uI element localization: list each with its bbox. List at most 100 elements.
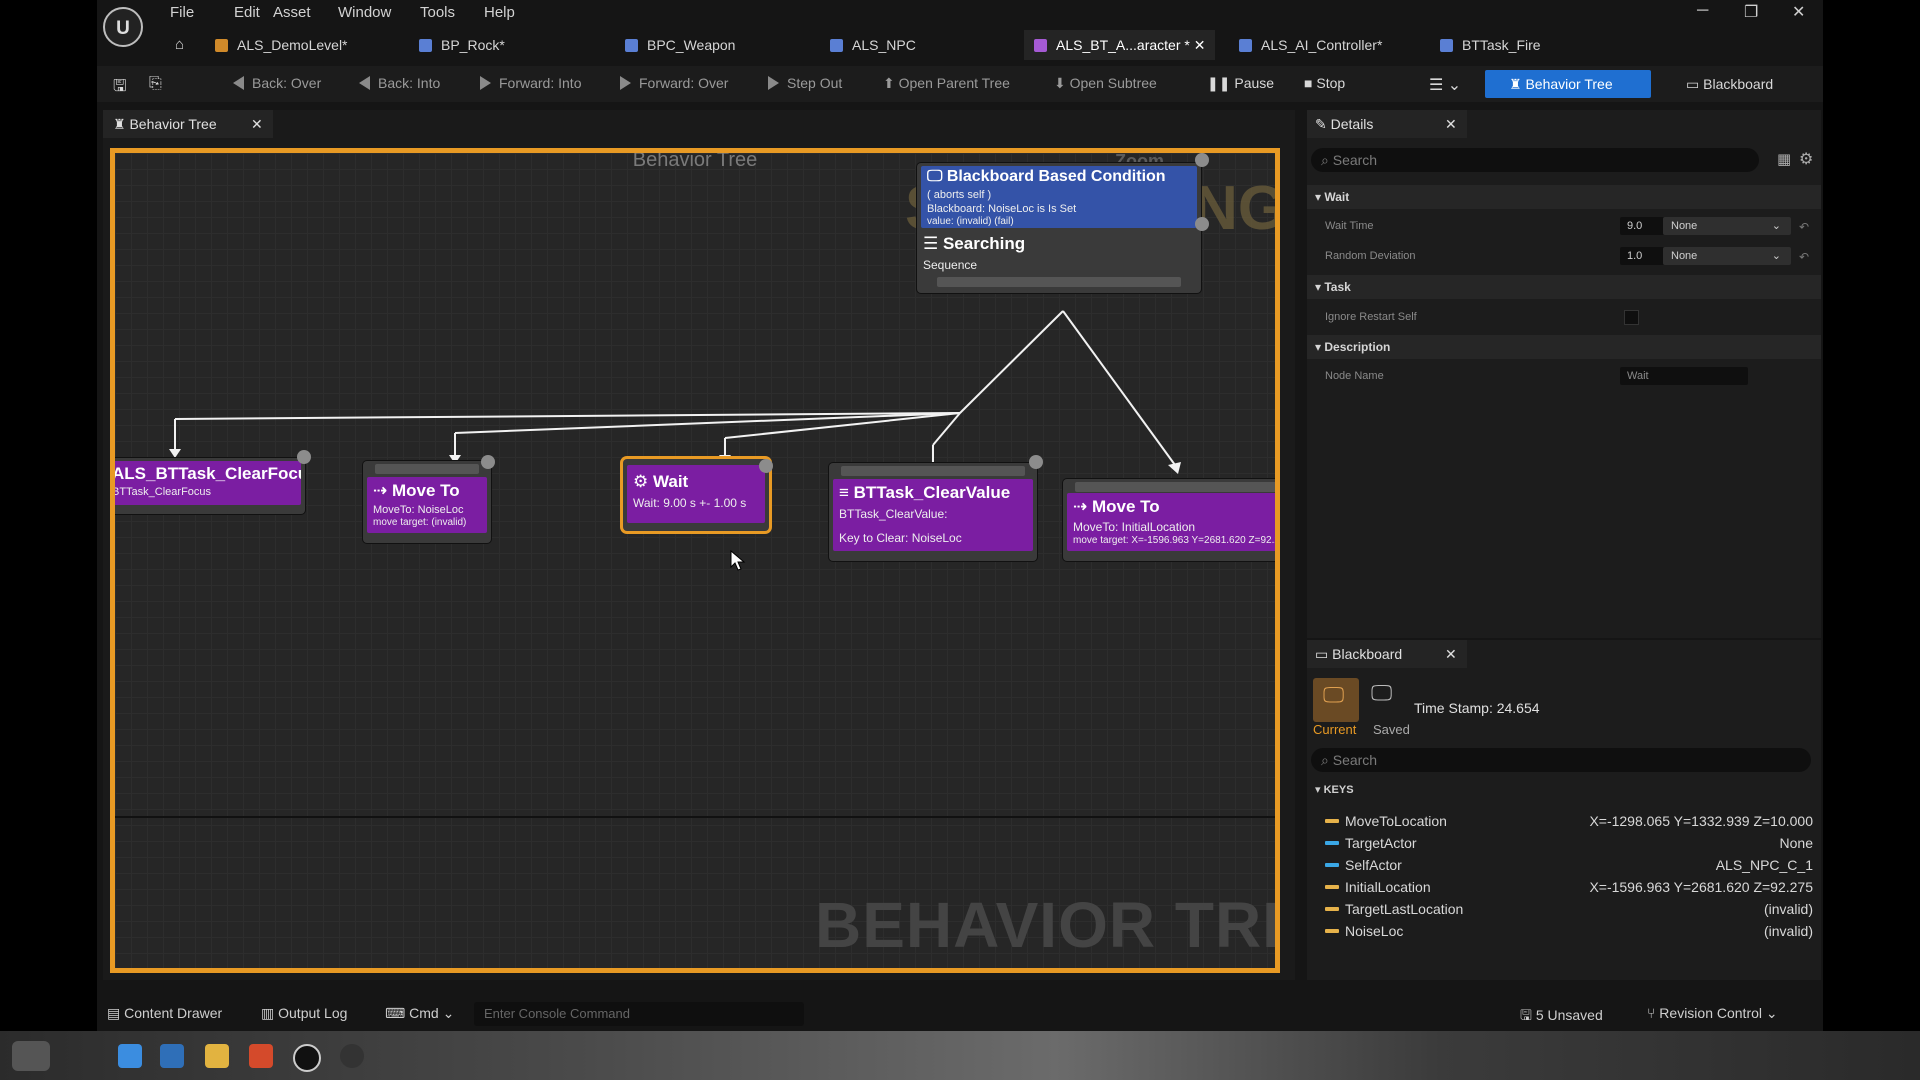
blackboard-key-row[interactable]: InitialLocation X=-1596.963 Y=2681.620 Z=… xyxy=(1307,876,1821,898)
minimize-icon[interactable]: ─ xyxy=(1697,2,1708,20)
save-icon[interactable]: 🖫 xyxy=(113,75,127,102)
output-pin[interactable] xyxy=(937,277,1181,287)
node-index-badge xyxy=(297,450,311,464)
tab-bpc-weapon[interactable]: BPC_Weapon xyxy=(625,30,735,60)
menu-file[interactable]: File xyxy=(170,4,194,21)
menu-edit[interactable]: Edit xyxy=(234,4,260,21)
settings-gear-icon[interactable]: ⚙ xyxy=(1799,149,1813,169)
search-taskbar-icon[interactable] xyxy=(160,1044,184,1068)
moveto-initiallocation-node[interactable]: ⇢ Move To MoveTo: InitialLocation move t… xyxy=(1063,479,1275,561)
brave-browser-icon[interactable] xyxy=(249,1044,273,1068)
home-icon[interactable]: ⌂ xyxy=(175,30,184,60)
blackboard-condition-decorator[interactable]: 🖵 Blackboard Based Condition ( aborts se… xyxy=(921,166,1197,228)
reset-to-default-icon[interactable]: ↶ xyxy=(1799,250,1809,264)
close-tab-icon[interactable]: ✕ xyxy=(1194,37,1206,53)
blackboard-search-input[interactable]: ⌕ Search xyxy=(1311,748,1811,772)
hamburger-menu-icon[interactable]: ☰ ⌄ xyxy=(1429,75,1461,95)
behavior-tree-icon xyxy=(1034,39,1047,52)
node-index-badge xyxy=(759,459,773,473)
mode-behavior-tree-button[interactable]: ♜ Behavior Tree xyxy=(1485,70,1651,98)
file-explorer-icon[interactable] xyxy=(205,1044,229,1068)
searching-sequence-node[interactable]: 🖵 Blackboard Based Condition ( aborts se… xyxy=(917,153,1209,293)
moveto-noiseloc-node[interactable]: ⇢ Move To MoveTo: NoiseLoc move target: … xyxy=(363,455,495,543)
app-taskbar-icon[interactable] xyxy=(340,1044,364,1068)
blackboard-key-row[interactable]: TargetLastLocation (invalid) xyxy=(1307,898,1821,920)
wait-time-blackboard-dropdown[interactable]: None ⌄ xyxy=(1663,217,1791,235)
node-name-label: Node Name xyxy=(1325,370,1384,382)
open-subtree-button[interactable]: ⬇ Open Subtree xyxy=(1054,75,1157,92)
key-name: SelfActor xyxy=(1345,857,1402,873)
content-drawer-button[interactable]: ▤ Content Drawer xyxy=(107,1005,222,1022)
moveto-initial-body: ⇢ Move To MoveTo: InitialLocation move t… xyxy=(1067,493,1275,551)
forward-into-button[interactable]: Forward: Into xyxy=(480,75,581,91)
unreal-taskbar-icon[interactable] xyxy=(293,1044,321,1072)
browse-icon[interactable]: ⎘ xyxy=(149,75,162,93)
menu-asset[interactable]: Asset xyxy=(273,4,311,21)
random-deviation-blackboard-dropdown[interactable]: None ⌄ xyxy=(1663,247,1791,265)
ignore-restart-checkbox[interactable] xyxy=(1624,310,1639,325)
section-task[interactable]: ▾ Task xyxy=(1307,275,1821,299)
close-panel-icon[interactable]: ✕ xyxy=(1445,640,1457,668)
blackboard-key-row[interactable]: TargetActor None xyxy=(1307,832,1821,854)
saved-monitor-icon[interactable]: 🖵 xyxy=(1371,680,1392,706)
key-value: (invalid) xyxy=(1763,923,1813,939)
close-panel-icon[interactable]: ✕ xyxy=(251,110,263,138)
clearfocus-subtitle: BTTask_ClearFocus xyxy=(112,486,212,498)
blackboard-key-row[interactable]: NoiseLoc (invalid) xyxy=(1307,920,1821,942)
keys-header[interactable]: ▾ KEYS xyxy=(1307,780,1821,800)
reset-to-default-icon[interactable]: ↶ xyxy=(1799,220,1809,234)
clearvalue-task-node[interactable]: ≡ BTTask_ClearValue BTTask_ClearValue: K… xyxy=(829,455,1043,561)
output-log-button[interactable]: ▥ Output Log xyxy=(261,1005,347,1022)
wait-task-node[interactable]: ⚙ Wait Wait: 9.00 s +- 1.00 s xyxy=(623,459,773,531)
behavior-tree-graph[interactable]: Behavior Tree SIMULATING Zoom BEHAVIOR T… xyxy=(110,148,1280,973)
input-pin[interactable] xyxy=(841,466,1025,476)
close-window-icon[interactable]: ✕ xyxy=(1792,2,1805,22)
step-out-button[interactable]: Step Out xyxy=(768,75,842,91)
input-pin[interactable] xyxy=(375,464,479,474)
menu-window[interactable]: Window xyxy=(338,4,391,21)
details-tab[interactable]: ✎ Details ✕ xyxy=(1307,110,1467,138)
blackboard-tab[interactable]: ▭ Blackboard ✕ xyxy=(1307,640,1467,668)
tab-bp-rock[interactable]: BP_Rock* xyxy=(419,30,505,60)
restore-icon[interactable]: ❐ xyxy=(1744,2,1758,22)
tab-als-ai-controller[interactable]: ALS_AI_Controller* xyxy=(1239,30,1382,60)
windows-start-icon[interactable] xyxy=(118,1044,142,1068)
wait-time-label: Wait Time xyxy=(1325,220,1374,232)
blueprint-icon xyxy=(1239,39,1252,52)
details-search-input[interactable]: ⌕ Search xyxy=(1311,148,1759,172)
current-values-button[interactable]: 🖵 xyxy=(1313,678,1359,722)
mode-blackboard-button[interactable]: ▭ Blackboard xyxy=(1686,70,1773,98)
section-wait[interactable]: ▾ Wait xyxy=(1307,185,1821,209)
decorator-blackboard-key: Blackboard: NoiseLoc is Is Set xyxy=(927,203,1077,215)
key-value: ALS_NPC_C_1 xyxy=(1715,857,1813,873)
pause-button[interactable]: ❚❚ Pause xyxy=(1207,75,1274,92)
tab-als-npc[interactable]: ALS_NPC xyxy=(830,30,916,60)
table-view-icon[interactable]: ▦ xyxy=(1777,150,1791,168)
cmd-dropdown[interactable]: ⌨ Cmd ⌄ xyxy=(385,1005,454,1022)
tab-als-bt-character[interactable]: ALS_BT_A...aracter * ✕ xyxy=(1024,30,1216,60)
clearfocus-body: ALS_BTTask_ClearFocus BTTask_ClearFocus xyxy=(112,461,301,505)
unsaved-button[interactable]: 🖫 5 Unsaved xyxy=(1520,1005,1603,1029)
open-parent-tree-button[interactable]: ⬆ Open Parent Tree xyxy=(883,75,1010,92)
blackboard-key-row[interactable]: SelfActor ALS_NPC_C_1 xyxy=(1307,854,1821,876)
revision-control-button[interactable]: ⑂ Revision Control ⌄ xyxy=(1647,1005,1778,1022)
behavior-tree-panel-tab[interactable]: ♜ Behavior Tree ✕ xyxy=(103,110,273,138)
tab-bttask-fire[interactable]: BTTask_Fire xyxy=(1440,30,1541,60)
key-type-indicator xyxy=(1325,907,1339,911)
back-over-button[interactable]: Back: Over xyxy=(233,75,321,91)
input-pin[interactable] xyxy=(1075,482,1275,492)
close-panel-icon[interactable]: ✕ xyxy=(1445,110,1457,138)
menu-tools[interactable]: Tools xyxy=(420,4,455,21)
saved-label: Saved xyxy=(1373,722,1410,737)
stop-button[interactable]: ■ Stop xyxy=(1304,75,1345,91)
section-description[interactable]: ▾ Description xyxy=(1307,335,1821,359)
tab-als-demolevel[interactable]: ALS_DemoLevel* xyxy=(215,30,348,60)
console-command-input[interactable]: Enter Console Command xyxy=(474,1002,804,1026)
node-name-input[interactable]: Wait xyxy=(1620,367,1748,385)
forward-over-button[interactable]: Forward: Over xyxy=(620,75,728,91)
blackboard-key-row[interactable]: MoveToLocation X=-1298.065 Y=1332.939 Z=1… xyxy=(1307,810,1821,832)
menu-help[interactable]: Help xyxy=(484,4,515,21)
sequence-subtitle: Sequence xyxy=(923,258,978,272)
clearfocus-task-node[interactable]: ALS_BTTask_ClearFocus BTTask_ClearFocus xyxy=(112,450,311,514)
back-into-button[interactable]: Back: Into xyxy=(359,75,440,91)
